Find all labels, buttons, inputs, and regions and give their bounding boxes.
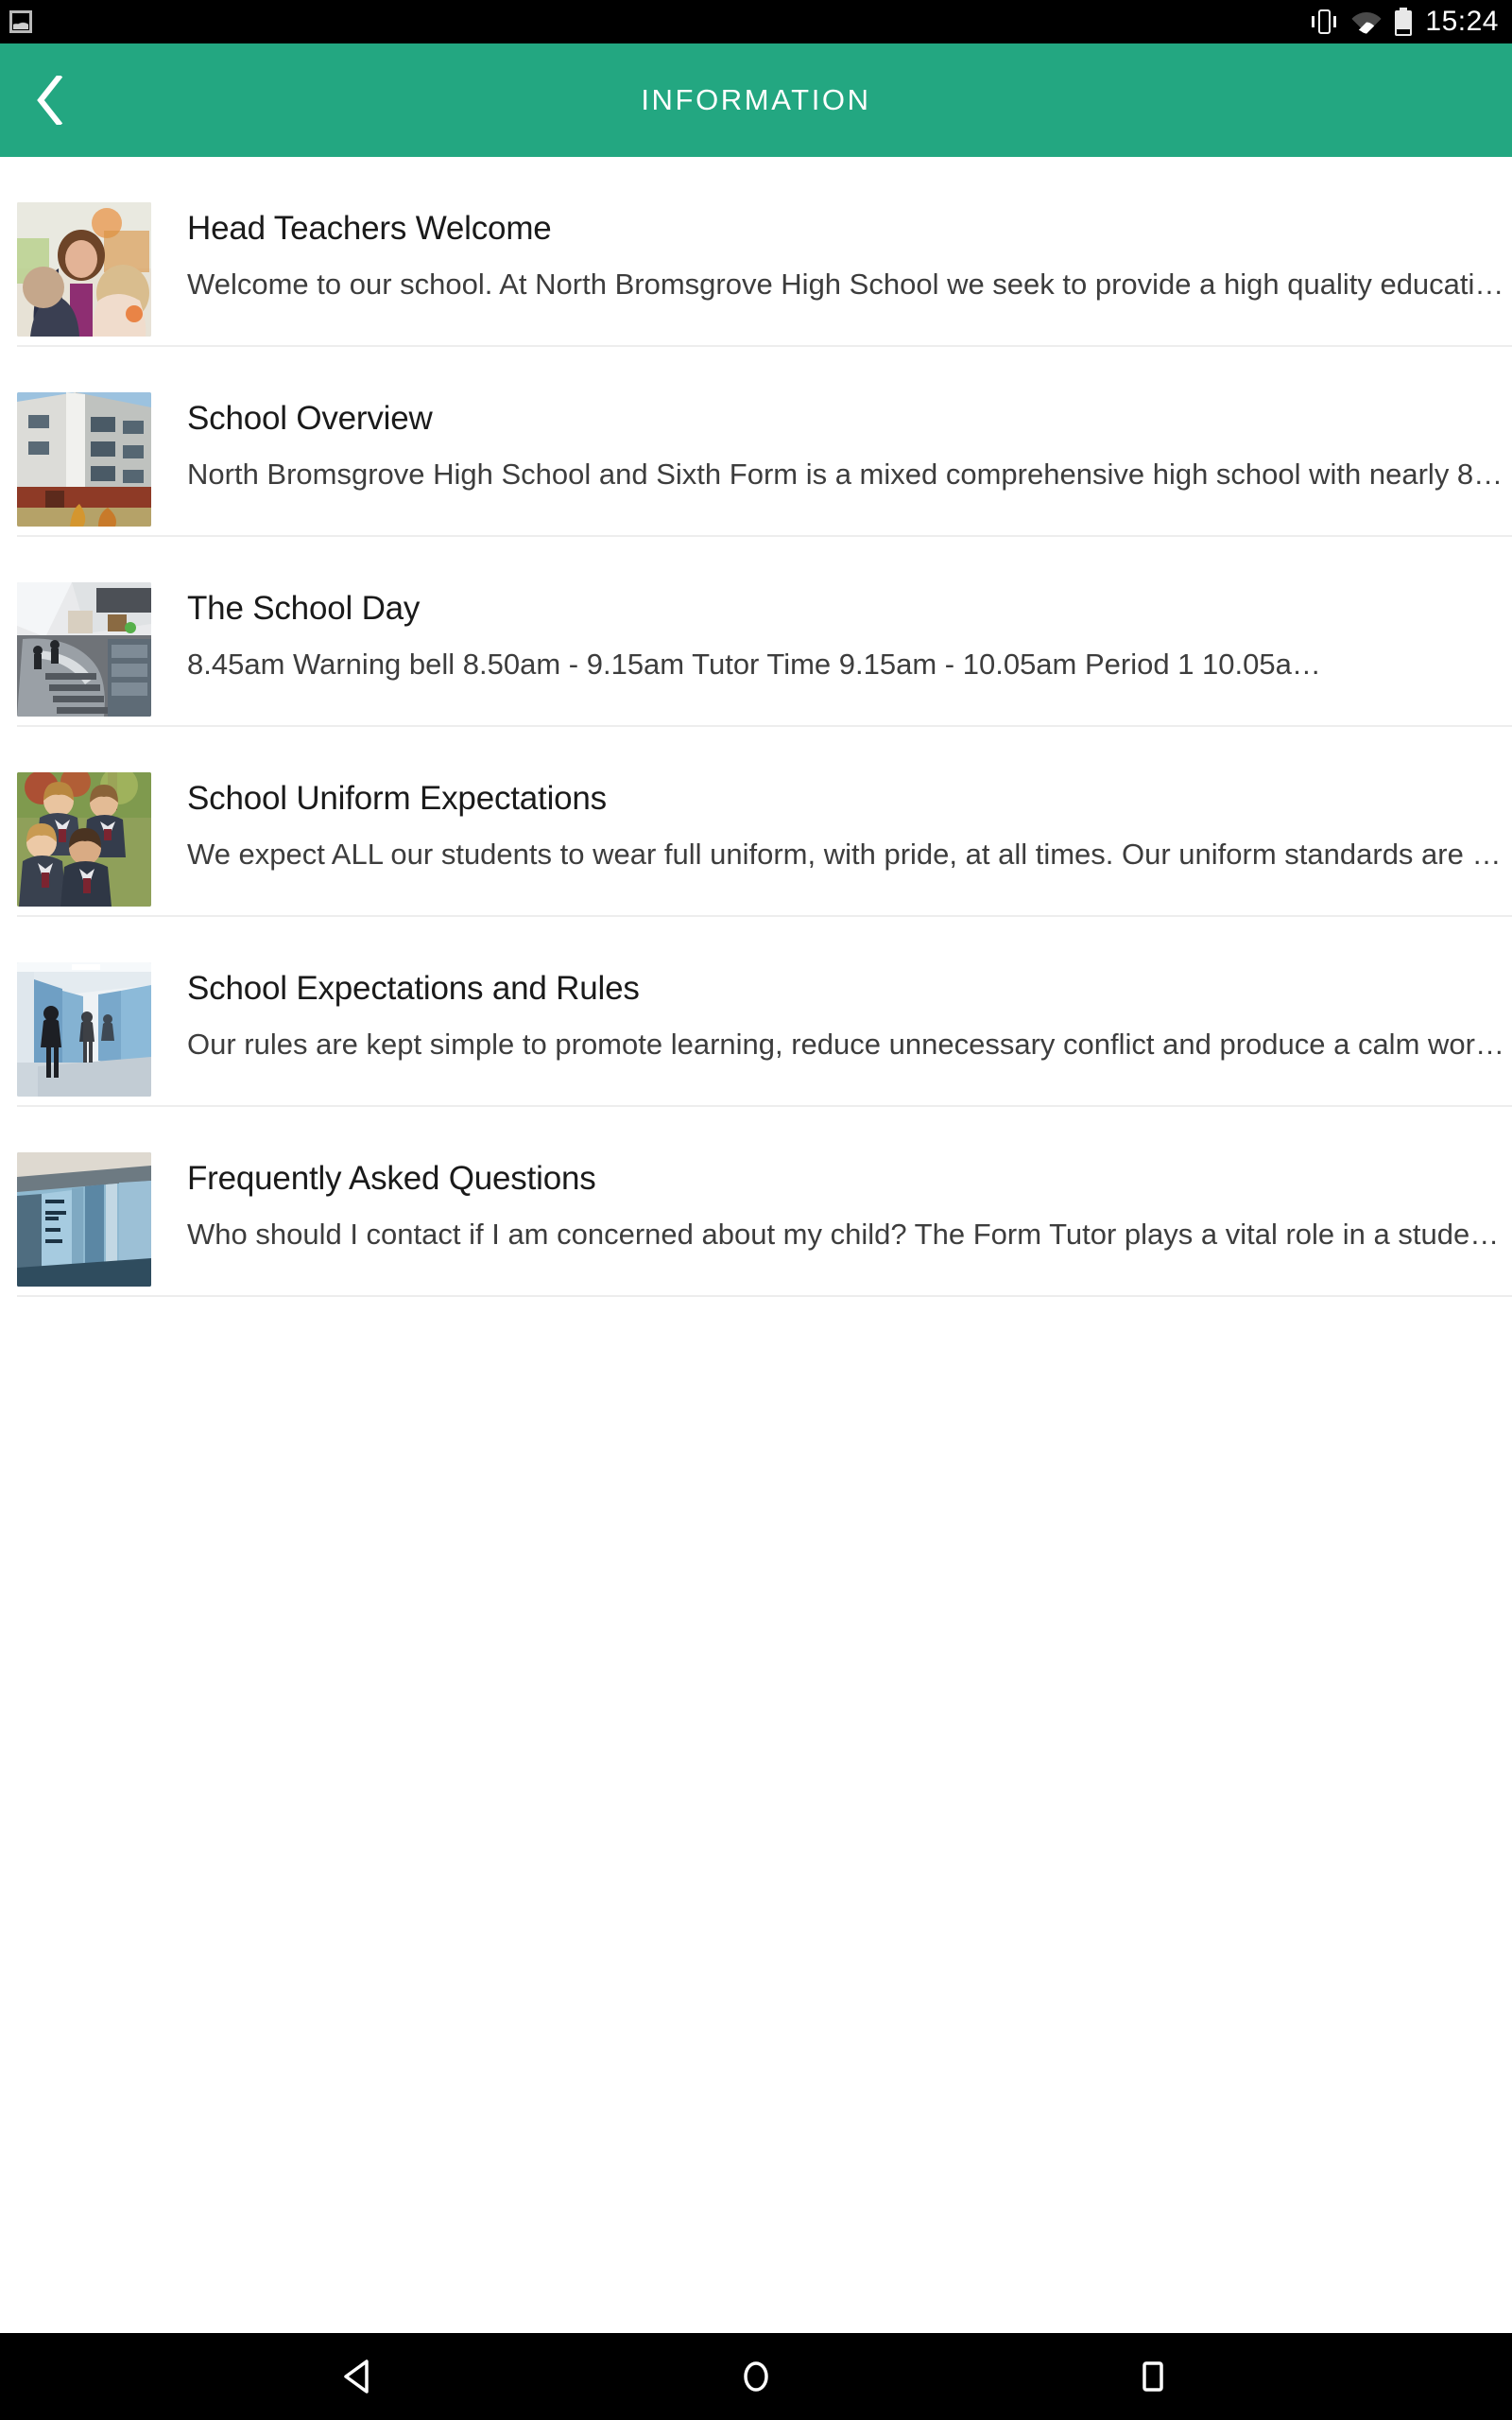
list-item[interactable]: School Uniform Expectations We expect AL…	[0, 727, 1512, 917]
nav-home-button[interactable]	[699, 2333, 813, 2420]
system-navigation-bar	[0, 2333, 1512, 2420]
list-divider	[17, 1295, 1512, 1297]
status-bar-clock: 15:24	[1425, 6, 1499, 37]
nav-back-button[interactable]	[302, 2333, 416, 2420]
page-title: INFORMATION	[641, 83, 871, 116]
list-item-thumbnail	[17, 582, 151, 717]
wifi-icon	[1351, 9, 1382, 34]
list-item[interactable]: The School Day 8.45am Warning bell 8.50a…	[0, 537, 1512, 727]
list-item-content: School Expectations and Rules Our rules …	[187, 962, 1512, 1062]
app-bar: INFORMATION	[0, 43, 1512, 157]
nav-recents-button[interactable]	[1096, 2333, 1210, 2420]
list-item-description: North Bromsgrove High School and Sixth F…	[187, 458, 1512, 492]
vibrate-icon	[1310, 8, 1338, 36]
list-item-thumbnail	[17, 962, 151, 1097]
list-item-title: School Expectations and Rules	[187, 970, 640, 1007]
phone-screen: 15:24 INFORMATION Head Teachers Welcome …	[0, 0, 1512, 2420]
list-item-thumbnail	[17, 202, 151, 337]
list-item-content: Frequently Asked Questions Who should I …	[187, 1152, 1512, 1252]
list-item-description: Welcome to our school. At North Bromsgro…	[187, 268, 1512, 302]
list-item-thumbnail	[17, 1152, 151, 1287]
list-item-title: School Overview	[187, 400, 433, 437]
information-list: Head Teachers Welcome Welcome to our sch…	[0, 157, 1512, 2333]
chevron-left-icon	[36, 76, 62, 125]
list-item-title: School Uniform Expectations	[187, 780, 607, 817]
list-item-description: Who should I contact if I am concerned a…	[187, 1218, 1512, 1252]
home-icon	[744, 2361, 768, 2392]
list-item-thumbnail	[17, 772, 151, 907]
photo-icon	[9, 10, 32, 33]
list-item-content: Head Teachers Welcome Welcome to our sch…	[187, 202, 1512, 302]
list-item-description: We expect ALL our students to wear full …	[187, 838, 1512, 872]
back-icon	[344, 2360, 369, 2394]
list-item-title: Frequently Asked Questions	[187, 1160, 596, 1197]
status-bar-system-icons: 15:24	[1310, 8, 1499, 36]
list-item-title: The School Day	[187, 590, 421, 627]
list-item[interactable]: Frequently Asked Questions Who should I …	[0, 1107, 1512, 1297]
recents-icon	[1143, 2361, 1163, 2392]
list-item-description: 8.45am Warning bell 8.50am - 9.15am Tuto…	[187, 648, 1321, 682]
status-bar: 15:24	[0, 0, 1512, 43]
battery-icon	[1395, 8, 1413, 36]
list-item-title: Head Teachers Welcome	[187, 210, 552, 247]
list-item[interactable]: School Expectations and Rules Our rules …	[0, 917, 1512, 1107]
list-item-content: School Uniform Expectations We expect AL…	[187, 772, 1512, 872]
list-item-description: Our rules are kept simple to promote lea…	[187, 1028, 1512, 1062]
list-item-content: School Overview North Bromsgrove High Sc…	[187, 392, 1512, 492]
list-item[interactable]: Head Teachers Welcome Welcome to our sch…	[0, 157, 1512, 347]
status-bar-notifications	[9, 10, 32, 33]
back-button[interactable]	[0, 43, 99, 157]
list-item[interactable]: School Overview North Bromsgrove High Sc…	[0, 347, 1512, 537]
list-item-thumbnail	[17, 392, 151, 527]
list-item-content: The School Day 8.45am Warning bell 8.50a…	[187, 582, 1512, 682]
